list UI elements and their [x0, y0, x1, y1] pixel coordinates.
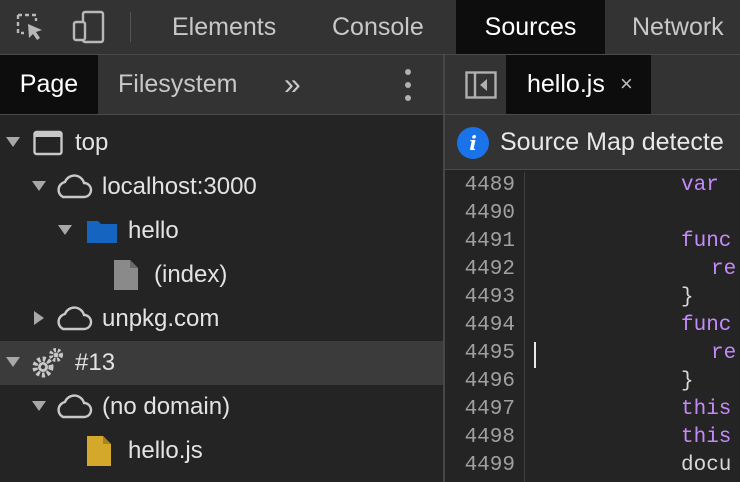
tree-item-no-domain[interactable]: (no domain)	[0, 385, 443, 429]
tab-elements[interactable]: Elements	[158, 0, 290, 54]
code-line[interactable]: re	[711, 340, 736, 368]
expanded-arrow-icon[interactable]	[32, 399, 46, 413]
code-line[interactable]: func	[681, 228, 731, 256]
line-number[interactable]: 4495	[445, 340, 515, 368]
tab-console[interactable]: Console	[318, 0, 438, 54]
frame-icon	[33, 128, 63, 158]
line-number[interactable]: 4489	[445, 172, 515, 200]
code-editor[interactable]: 4489 4490 4491 4492 4493 4494 4495 4496 …	[445, 172, 740, 482]
line-number[interactable]: 4490	[445, 200, 515, 228]
devtools-toolbar: Elements Console Sources Network	[0, 0, 740, 55]
tree-item-label: top	[75, 129, 109, 156]
tree-item-unpkg[interactable]: unpkg.com	[0, 297, 443, 341]
code-line[interactable]: docu	[681, 452, 731, 480]
tree-item-label: hello	[128, 217, 179, 244]
tree-item-label: unpkg.com	[102, 305, 220, 332]
tree-item-hello-folder[interactable]: hello	[0, 209, 443, 253]
tree-item-localhost[interactable]: localhost:3000	[0, 165, 443, 209]
expanded-arrow-icon[interactable]	[6, 135, 20, 149]
tree-item-worker-13[interactable]: #13	[0, 341, 443, 385]
expanded-arrow-icon[interactable]	[58, 223, 72, 237]
tab-filesystem[interactable]: Filesystem	[118, 55, 237, 114]
source-map-infobar: i Source Map detecte	[445, 115, 740, 170]
line-number[interactable]: 4499	[445, 452, 515, 480]
navigator-tabs: Page Filesystem »	[0, 55, 443, 115]
tab-page[interactable]: Page	[0, 55, 98, 114]
cloud-icon	[53, 172, 93, 202]
code-line[interactable]: re	[711, 256, 736, 284]
js-file-icon	[86, 436, 112, 466]
collapsed-arrow-icon[interactable]	[32, 311, 46, 325]
tree-item-label: (no domain)	[102, 393, 231, 420]
info-icon: i	[457, 127, 489, 159]
cloud-icon	[53, 392, 93, 422]
editor-tabs: hello.js ×	[445, 55, 740, 115]
tree-item-label: localhost:3000	[102, 173, 257, 200]
infobar-message: Source Map detecte	[500, 128, 724, 156]
text-cursor	[534, 342, 536, 368]
line-number[interactable]: 4494	[445, 312, 515, 340]
line-number[interactable]: 4491	[445, 228, 515, 256]
editor-pane: hello.js × i Source Map detecte 4489 449…	[445, 55, 740, 482]
tree-item-top[interactable]: top	[0, 121, 443, 165]
tree-item-label: #13	[75, 349, 116, 376]
line-number[interactable]: 4496	[445, 368, 515, 396]
expanded-arrow-icon[interactable]	[32, 179, 46, 193]
code-line[interactable]: this	[681, 424, 731, 452]
code-line[interactable]: this	[681, 396, 731, 424]
code-line[interactable]: func	[681, 312, 731, 340]
expanded-arrow-icon[interactable]	[6, 355, 20, 369]
code-line[interactable]: var	[681, 172, 731, 200]
tree-item-label: hello.js	[128, 437, 203, 464]
editor-tab-hello-js[interactable]: hello.js ×	[506, 55, 651, 114]
cloud-icon	[53, 304, 93, 334]
more-tabs-icon[interactable]: »	[284, 55, 301, 114]
toggle-navigator-icon[interactable]	[465, 71, 497, 99]
tree-item-index[interactable]: (index)	[0, 253, 443, 297]
line-number[interactable]: 4498	[445, 424, 515, 452]
line-number[interactable]: 4492	[445, 256, 515, 284]
device-toolbar-icon[interactable]	[70, 8, 106, 46]
inspect-element-icon[interactable]	[12, 8, 48, 46]
line-number[interactable]: 4493	[445, 284, 515, 312]
line-number-gutter[interactable]: 4489 4490 4491 4492 4493 4494 4495 4496 …	[445, 172, 525, 482]
navigator-pane: Page Filesystem » top localhost:3000 hel…	[0, 55, 443, 482]
gear-icon	[31, 348, 65, 378]
toolbar-separator	[130, 12, 131, 42]
more-options-icon[interactable]	[398, 69, 418, 101]
close-icon[interactable]: ×	[620, 55, 633, 112]
tab-network[interactable]: Network	[618, 0, 738, 54]
folder-icon	[86, 216, 118, 246]
tab-sources[interactable]: Sources	[456, 0, 605, 54]
tree-item-label: (index)	[154, 261, 228, 288]
code-line[interactable]: }	[681, 368, 694, 396]
editor-tab-label: hello.js	[527, 70, 605, 98]
tree-item-hello-js[interactable]: hello.js	[0, 429, 443, 473]
code-line[interactable]: }	[681, 284, 694, 312]
file-icon	[113, 260, 139, 290]
line-number[interactable]: 4497	[445, 396, 515, 424]
